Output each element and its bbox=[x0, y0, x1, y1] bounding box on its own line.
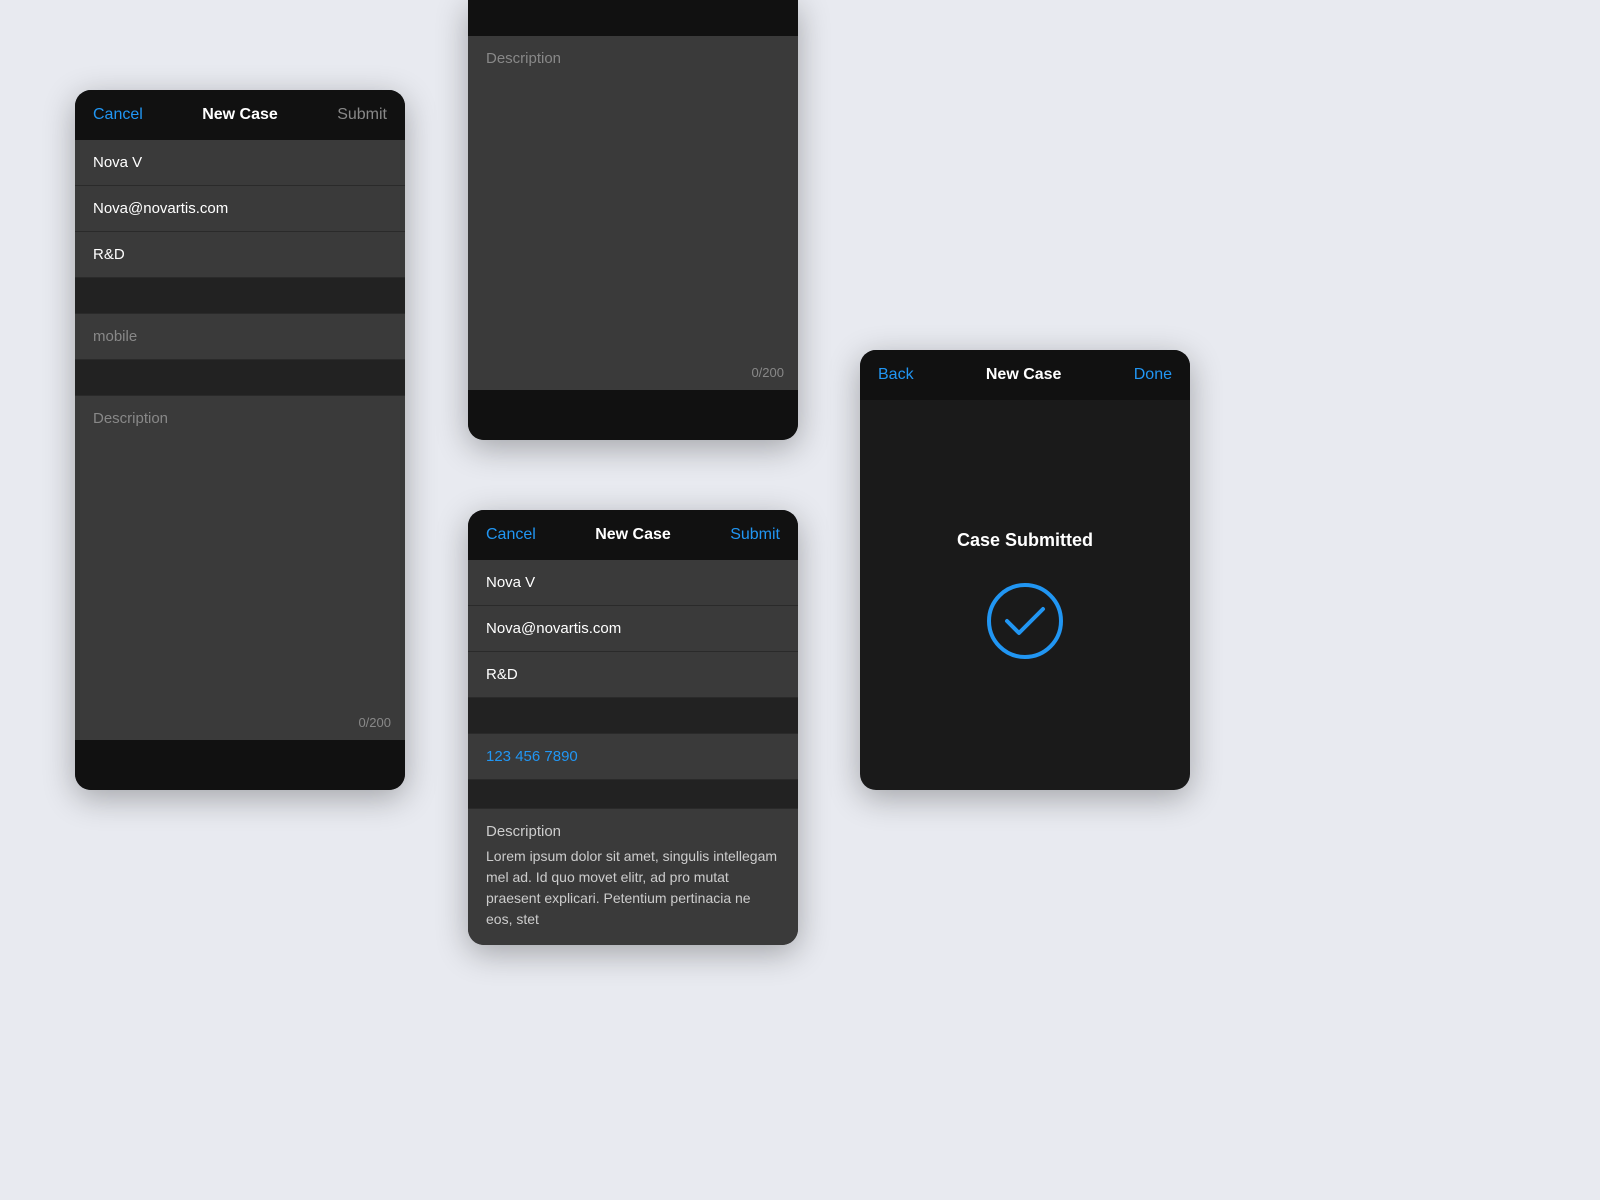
screen1-dark-divider-2 bbox=[75, 360, 405, 396]
screen1-counter: 0/200 bbox=[358, 715, 391, 730]
screen4-nav: Back New Case Done bbox=[860, 350, 1190, 400]
case-submitted-content: Case Submitted bbox=[860, 400, 1190, 790]
screen1-bottom-bar bbox=[75, 740, 405, 790]
screen3-submit-button[interactable]: Submit bbox=[730, 526, 780, 544]
screen3-description-area[interactable]: Description Lorem ipsum dolor sit amet, … bbox=[468, 809, 798, 945]
screen3-name-field[interactable]: Nova V bbox=[468, 560, 798, 606]
screen1-title: New Case bbox=[202, 106, 278, 124]
screen2-description-placeholder: Description bbox=[486, 50, 561, 67]
screen2-top-bar bbox=[468, 0, 798, 36]
screen4-done-button[interactable]: Done bbox=[1134, 366, 1172, 384]
case-submitted-label: Case Submitted bbox=[957, 530, 1093, 551]
screen1-mobile-field[interactable]: mobile bbox=[75, 314, 405, 360]
screen3-dark-divider-1 bbox=[468, 698, 798, 734]
screen1-email-field[interactable]: Nova@novartis.com bbox=[75, 186, 405, 232]
screen2-counter: 0/200 bbox=[751, 365, 784, 380]
screen1-department-field[interactable]: R&D bbox=[75, 232, 405, 278]
screen-4-submitted: Back New Case Done Case Submitted bbox=[860, 350, 1190, 790]
screen3-description-text: Lorem ipsum dolor sit amet, singulis int… bbox=[486, 846, 780, 930]
screen1-description-area[interactable]: Description 0/200 bbox=[75, 396, 405, 740]
screen3-description-label: Description bbox=[486, 823, 780, 840]
screen3-dark-divider-2 bbox=[468, 780, 798, 809]
screen1-submit-button[interactable]: Submit bbox=[337, 106, 387, 124]
screen3-email-field[interactable]: Nova@novartis.com bbox=[468, 606, 798, 652]
screen3-phone-field[interactable]: 123 456 7890 bbox=[468, 734, 798, 780]
screen3-nav: Cancel New Case Submit bbox=[468, 510, 798, 560]
screen1-description-placeholder: Description bbox=[93, 410, 168, 427]
check-circle-icon bbox=[985, 581, 1065, 661]
screen4-back-button[interactable]: Back bbox=[878, 366, 914, 384]
screen2-description-area[interactable]: Description 0/200 bbox=[468, 36, 798, 390]
screen1-name-field[interactable]: Nova V bbox=[75, 140, 405, 186]
screen-2-description: Description 0/200 bbox=[468, 0, 798, 440]
screen-3-form-filled: Cancel New Case Submit Nova V Nova@novar… bbox=[468, 510, 798, 945]
screen1-nav: Cancel New Case Submit bbox=[75, 90, 405, 140]
screen3-title: New Case bbox=[595, 526, 671, 544]
screen2-bottom-bar bbox=[468, 390, 798, 440]
screen4-title: New Case bbox=[986, 366, 1062, 384]
screen1-dark-divider-1 bbox=[75, 278, 405, 314]
screen-1-form: Cancel New Case Submit Nova V Nova@novar… bbox=[75, 90, 405, 790]
screen1-cancel-button[interactable]: Cancel bbox=[93, 106, 143, 124]
screen3-department-field[interactable]: R&D bbox=[468, 652, 798, 698]
screen3-cancel-button[interactable]: Cancel bbox=[486, 526, 536, 544]
